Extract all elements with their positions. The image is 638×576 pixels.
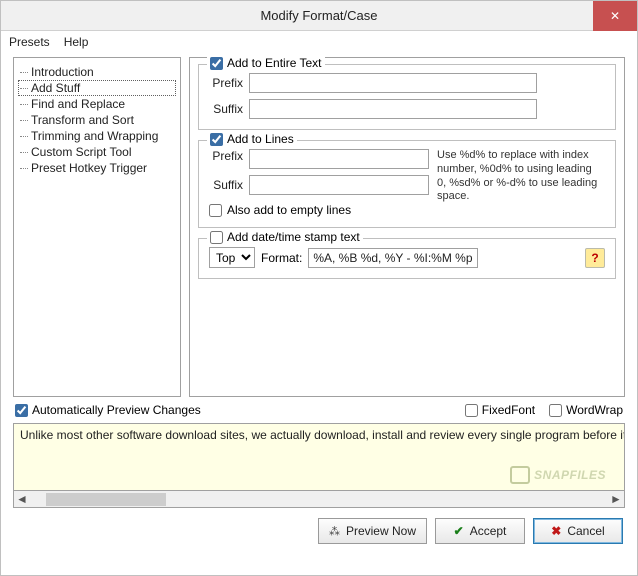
- titlebar: Modify Format/Case ✕: [1, 1, 637, 31]
- tree-item-add-stuff[interactable]: Add Stuff: [18, 80, 176, 96]
- checkbox-entire[interactable]: [210, 57, 223, 70]
- cancel-button[interactable]: ✖ Cancel: [533, 518, 623, 544]
- scroll-left-icon[interactable]: ◄: [14, 492, 30, 507]
- button-row: ⁂ Preview Now ✔ Accept ✖ Cancel: [13, 508, 625, 544]
- checkbox-empty-lines[interactable]: [209, 204, 222, 217]
- checkbox-lines[interactable]: [210, 133, 223, 146]
- tree-item-find-replace[interactable]: Find and Replace: [18, 96, 176, 112]
- watermark: SNAPFILES: [510, 466, 606, 484]
- scroll-thumb[interactable]: [46, 493, 166, 506]
- preset-tree: Introduction Add Stuff Find and Replace …: [13, 57, 181, 397]
- label-lines-suffix: Suffix: [209, 178, 243, 192]
- preview-now-button[interactable]: ⁂ Preview Now: [318, 518, 427, 544]
- group-add-lines: Add to Lines Prefix Use %d% to replace w…: [198, 140, 616, 228]
- help-icon[interactable]: ?: [585, 248, 605, 268]
- label-entire-suffix: Suffix: [209, 102, 243, 116]
- check-add-entire-text[interactable]: Add to Entire Text: [207, 56, 325, 70]
- content-area: Introduction Add Stuff Find and Replace …: [1, 53, 637, 575]
- input-lines-prefix[interactable]: [249, 149, 429, 169]
- input-entire-suffix[interactable]: [249, 99, 537, 119]
- check-word-wrap[interactable]: WordWrap: [549, 403, 623, 417]
- check-fixed-font[interactable]: FixedFont: [465, 403, 535, 417]
- tree-item-introduction[interactable]: Introduction: [18, 64, 176, 80]
- input-entire-prefix[interactable]: [249, 73, 537, 93]
- preview-icon: ⁂: [329, 525, 340, 538]
- lines-hint: Use %d% to replace with index number, %0…: [431, 149, 601, 204]
- group-add-entire-text: Add to Entire Text Prefix Suffix: [198, 64, 616, 130]
- checkbox-auto-preview[interactable]: [15, 404, 28, 417]
- checkbox-fixed-font[interactable]: [465, 404, 478, 417]
- watermark-logo-icon: [510, 466, 530, 484]
- tree-item-trimming-wrapping[interactable]: Trimming and Wrapping: [18, 128, 176, 144]
- close-icon: ✕: [610, 9, 620, 23]
- close-button[interactable]: ✕: [593, 1, 637, 31]
- accept-button[interactable]: ✔ Accept: [435, 518, 525, 544]
- tree-item-custom-script[interactable]: Custom Script Tool: [18, 144, 176, 160]
- menu-help[interactable]: Help: [64, 35, 89, 49]
- options-row: Automatically Preview Changes FixedFont …: [13, 397, 625, 423]
- preview-pane: Unlike most other software download site…: [13, 423, 625, 491]
- scroll-right-icon[interactable]: ►: [608, 492, 624, 507]
- input-date-format[interactable]: [308, 248, 478, 268]
- label-lines-prefix: Prefix: [209, 149, 243, 163]
- x-icon: ✖: [551, 524, 561, 538]
- check-icon: ✔: [454, 524, 464, 538]
- group-date-stamp: Add date/time stamp text Top Format: ?: [198, 238, 616, 279]
- dialog-window: Modify Format/Case ✕ Presets Help Introd…: [0, 0, 638, 576]
- checkbox-word-wrap[interactable]: [549, 404, 562, 417]
- check-empty-lines[interactable]: Also add to empty lines: [209, 203, 605, 217]
- label-format: Format:: [261, 251, 302, 265]
- label-entire-prefix: Prefix: [209, 76, 243, 90]
- preview-scrollbar[interactable]: ◄ ►: [13, 491, 625, 508]
- preview-text: Unlike most other software download site…: [20, 428, 625, 442]
- input-lines-suffix[interactable]: [249, 175, 429, 195]
- tree-item-transform-sort[interactable]: Transform and Sort: [18, 112, 176, 128]
- settings-panel: Add to Entire Text Prefix Suffix Add to: [189, 57, 625, 397]
- window-title: Modify Format/Case: [260, 8, 377, 23]
- check-add-lines[interactable]: Add to Lines: [207, 132, 297, 146]
- upper-row: Introduction Add Stuff Find and Replace …: [13, 57, 625, 397]
- check-auto-preview[interactable]: Automatically Preview Changes: [15, 403, 201, 417]
- check-date-stamp[interactable]: Add date/time stamp text: [207, 230, 363, 244]
- menubar: Presets Help: [1, 31, 637, 53]
- menu-presets[interactable]: Presets: [9, 35, 50, 49]
- select-date-position[interactable]: Top: [209, 247, 255, 268]
- tree-item-hotkey-trigger[interactable]: Preset Hotkey Trigger: [18, 160, 176, 176]
- checkbox-date-stamp[interactable]: [210, 231, 223, 244]
